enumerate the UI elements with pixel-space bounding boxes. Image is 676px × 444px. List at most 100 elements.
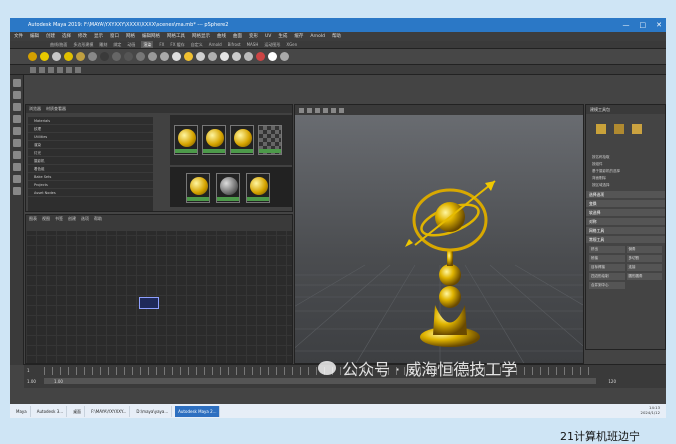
object-mode-icon[interactable] xyxy=(596,124,606,134)
tab-browser[interactable]: 浏览器 xyxy=(29,105,41,113)
menu-item[interactable]: 变形 xyxy=(249,32,258,41)
shelf-tool-icon[interactable] xyxy=(100,52,109,61)
toolkit-option[interactable]: 背面剔除 xyxy=(586,175,665,182)
menu-item[interactable]: 创建 xyxy=(46,32,55,41)
shelf-tool-icon[interactable] xyxy=(232,52,241,61)
toolkit-section[interactable]: 对称 xyxy=(586,218,665,225)
shelf-tool-icon[interactable] xyxy=(112,52,121,61)
move-tool-icon[interactable] xyxy=(13,115,21,123)
layout-icon[interactable] xyxy=(13,187,21,195)
category-item[interactable]: Utilities xyxy=(28,133,153,141)
menu-item[interactable]: 生成 xyxy=(278,32,287,41)
toolkit-section[interactable]: 常规工具 xyxy=(586,236,665,243)
tool-button[interactable]: 连接 xyxy=(626,264,662,271)
shelf-tool-icon[interactable] xyxy=(196,52,205,61)
tool-button[interactable]: 多切割 xyxy=(626,255,662,262)
menu-item[interactable]: Arnold xyxy=(310,32,325,41)
tool-button[interactable]: 圆形圆角 xyxy=(626,273,662,280)
shelf-tab[interactable]: 动画 xyxy=(127,41,135,48)
menu-item[interactable]: 编辑 xyxy=(30,32,39,41)
taskbar-item[interactable]: D:\maya\yaya... xyxy=(133,405,173,417)
menu-item[interactable]: 文件 xyxy=(14,32,23,41)
shelf-tool-icon[interactable] xyxy=(220,52,229,61)
menu-item[interactable]: 显示 xyxy=(94,32,103,41)
taskbar-item[interactable]: Autodesk 3... xyxy=(34,405,68,417)
category-item[interactable]: Bake Sets xyxy=(28,173,153,181)
texture-swatch[interactable] xyxy=(186,173,210,203)
shelf-tab[interactable]: 渲染 xyxy=(141,41,154,48)
node-editor-menu[interactable]: 选项 xyxy=(81,216,89,221)
shelf-tab[interactable]: Arnold xyxy=(209,41,222,48)
perspective-viewport[interactable] xyxy=(294,104,584,364)
category-item[interactable]: Projects xyxy=(28,181,153,189)
menu-item[interactable]: 修改 xyxy=(78,32,87,41)
shelf-tab[interactable]: 运动图形 xyxy=(264,41,280,48)
category-item[interactable]: 摄影机 xyxy=(28,157,153,165)
lasso-tool-icon[interactable] xyxy=(13,91,21,99)
shelf-tab[interactable]: 曲线/曲面 xyxy=(50,41,67,48)
category-item[interactable]: Asset Nodes xyxy=(28,189,153,197)
tool-button[interactable]: 四边形绘制 xyxy=(589,273,625,280)
menu-item[interactable]: 编辑网格 xyxy=(142,32,160,41)
shelf-tool-icon[interactable] xyxy=(64,52,73,61)
shelf-tab[interactable]: MASH xyxy=(247,41,259,48)
scale-tool-icon[interactable] xyxy=(13,139,21,147)
shelf-tool-icon[interactable] xyxy=(172,52,181,61)
tool-button[interactable]: 桥接 xyxy=(589,255,625,262)
range-start[interactable]: 1.00 xyxy=(27,379,36,384)
shelf-tool-icon[interactable] xyxy=(256,52,265,61)
menu-item[interactable]: 网格显示 xyxy=(192,32,210,41)
shelf-tool-icon[interactable] xyxy=(52,52,61,61)
shelf-tool-icon[interactable] xyxy=(28,52,37,61)
status-icon[interactable] xyxy=(48,66,54,73)
taskbar-item[interactable]: Autodesk Maya 2... xyxy=(175,405,221,417)
status-icon[interactable] xyxy=(75,66,81,73)
tool-button[interactable]: 挤出 xyxy=(589,246,625,253)
shelf-tab[interactable]: FX 缓存 xyxy=(170,41,184,48)
tool-button[interactable]: 合并到中心 xyxy=(589,282,625,289)
category-item[interactable]: Materials xyxy=(28,117,153,125)
node-editor-menu[interactable]: 帮助 xyxy=(94,216,102,221)
shelf-tool-icon[interactable] xyxy=(268,52,277,61)
material-swatch[interactable] xyxy=(174,125,198,155)
toolkit-section[interactable]: 选择选项 xyxy=(586,191,665,198)
face-mode-icon[interactable] xyxy=(632,124,642,134)
anim-start[interactable]: 1.00 xyxy=(54,379,63,384)
toolkit-option[interactable]: 按组件 xyxy=(586,161,665,168)
texture-swatch[interactable] xyxy=(246,173,270,203)
taskbar-item[interactable]: 桌面 xyxy=(70,405,86,417)
toolkit-section[interactable]: 软选择 xyxy=(586,209,665,216)
node-editor-menu[interactable]: 创建 xyxy=(68,216,76,221)
node-editor[interactable]: 图表 视图 书签 创建 选项 帮助 xyxy=(25,214,293,364)
rotate-tool-icon[interactable] xyxy=(13,127,21,135)
vertex-mode-icon[interactable] xyxy=(614,124,624,134)
category-item[interactable]: 灯光 xyxy=(28,149,153,157)
menu-item[interactable]: 帮助 xyxy=(332,32,341,41)
select-tool-icon[interactable] xyxy=(13,79,21,87)
shelf-tool-icon[interactable] xyxy=(280,52,289,61)
shelf-tool-icon[interactable] xyxy=(244,52,253,61)
shelf-tool-icon[interactable] xyxy=(88,52,97,61)
shelf-tab[interactable]: Bifrost xyxy=(228,41,241,48)
shelf-tab[interactable]: 绑定 xyxy=(113,41,121,48)
category-item[interactable]: 纹理 xyxy=(28,125,153,133)
armillary-sphere-model[interactable] xyxy=(405,180,496,347)
taskbar-item[interactable]: F:\MAYA\YXYXXY... xyxy=(88,405,131,417)
shelf-tool-icon[interactable] xyxy=(136,52,145,61)
maximize-button[interactable]: □ xyxy=(640,20,647,30)
menu-item[interactable]: 窗口 xyxy=(110,32,119,41)
shelf-tool-icon[interactable] xyxy=(40,52,49,61)
taskbar-clock[interactable]: 14:13 2024/1/12 xyxy=(641,405,660,415)
menu-item[interactable]: 选择 xyxy=(62,32,71,41)
shelf-tool-icon[interactable] xyxy=(184,52,193,61)
layout-icon[interactable] xyxy=(13,163,21,171)
tab-material-viewer[interactable]: 材质查看器 xyxy=(46,105,66,113)
node-editor-menu[interactable]: 书签 xyxy=(55,216,63,221)
menu-item[interactable]: 缓存 xyxy=(294,32,303,41)
toolkit-section[interactable]: 网格工具 xyxy=(586,227,665,234)
shader-node[interactable] xyxy=(139,297,159,309)
layout-icon[interactable] xyxy=(13,175,21,183)
close-button[interactable]: ✕ xyxy=(656,20,662,30)
category-item[interactable]: 着色组 xyxy=(28,165,153,173)
toolkit-option[interactable]: 按区域选择 xyxy=(586,182,665,189)
